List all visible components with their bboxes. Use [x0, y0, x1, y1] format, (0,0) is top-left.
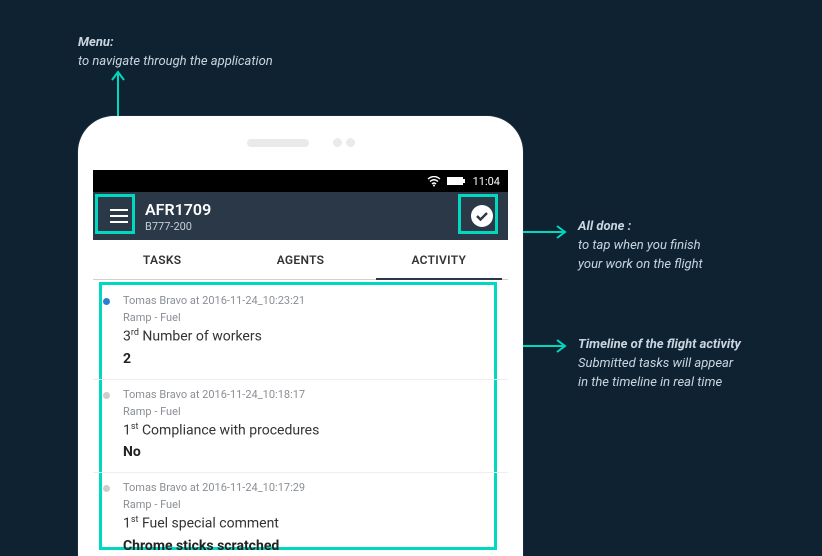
tab-agents-label: AGENTS	[277, 253, 325, 267]
entry-category: Ramp - Fuel	[123, 405, 492, 418]
status-time: 11:04	[473, 175, 500, 188]
entry-title: 3rd Number of workers	[123, 328, 492, 345]
annotation-menu: Menu: to navigate through the applicatio…	[78, 34, 273, 72]
tab-activity[interactable]: ACTIVITY	[370, 240, 508, 279]
entry-category: Ramp - Fuel	[123, 498, 492, 511]
annotation-done-desc2: your work on the flight	[578, 257, 703, 272]
annotation-timeline-title: Timeline of the flight activity	[578, 337, 741, 352]
aircraft-type: B777-200	[145, 220, 464, 233]
hamburger-icon	[109, 209, 129, 223]
entry-value: 2	[123, 351, 492, 367]
annotation-done: All done : to tap when you finish your w…	[578, 218, 703, 275]
checkmark-circle-icon	[470, 204, 494, 228]
all-done-button[interactable]	[464, 198, 500, 234]
menu-button[interactable]	[101, 198, 137, 234]
annotation-timeline-desc2: in the timeline in real time	[578, 375, 722, 390]
timeline-entry[interactable]: Tomas Bravo at 2016-11-24_10:17:29 Ramp …	[93, 473, 508, 556]
battery-icon	[447, 176, 467, 186]
entry-bullet-icon	[103, 298, 110, 305]
phone-frame: 11:04 AFR1709 B777-200	[78, 116, 523, 556]
entry-title: 1st Compliance with procedures	[123, 422, 492, 439]
entry-bullet-icon	[103, 392, 110, 399]
tab-tasks[interactable]: TASKS	[93, 240, 231, 279]
annotation-done-desc1: to tap when you finish	[578, 238, 701, 253]
entry-value: Chrome sticks scratched	[123, 538, 492, 554]
phone-screen: 11:04 AFR1709 B777-200	[93, 170, 508, 556]
annotation-timeline: Timeline of the flight activity Submitte…	[578, 336, 741, 393]
entry-meta: Tomas Bravo at 2016-11-24_10:23:21	[123, 294, 492, 307]
header-text: AFR1709 B777-200	[137, 200, 464, 233]
phone-speaker	[247, 138, 355, 147]
entry-meta: Tomas Bravo at 2016-11-24_10:17:29	[123, 481, 492, 494]
timeline-entry[interactable]: Tomas Bravo at 2016-11-24_10:18:17 Ramp …	[93, 380, 508, 474]
tab-agents[interactable]: AGENTS	[231, 240, 369, 279]
tab-activity-label: ACTIVITY	[411, 253, 466, 267]
activity-timeline[interactable]: Tomas Bravo at 2016-11-24_10:23:21 Ramp …	[93, 280, 508, 556]
timeline-entry[interactable]: Tomas Bravo at 2016-11-24_10:23:21 Ramp …	[93, 286, 508, 380]
status-bar: 11:04	[93, 170, 508, 192]
annotation-menu-desc: to navigate through the application	[78, 54, 273, 69]
entry-category: Ramp - Fuel	[123, 311, 492, 324]
tab-tasks-label: TASKS	[143, 253, 182, 267]
entry-meta: Tomas Bravo at 2016-11-24_10:18:17	[123, 388, 492, 401]
tab-bar: TASKS AGENTS ACTIVITY	[93, 240, 508, 280]
wifi-icon	[427, 176, 441, 187]
entry-bullet-icon	[103, 485, 110, 492]
annotation-timeline-desc1: Submitted tasks will appear	[578, 356, 733, 371]
annotation-menu-title: Menu	[78, 35, 110, 50]
app-header: AFR1709 B777-200	[93, 192, 508, 240]
entry-title: 1st Fuel special comment	[123, 515, 492, 532]
flight-number: AFR1709	[145, 200, 464, 219]
entry-value: No	[123, 444, 492, 460]
annotation-done-title: All done :	[578, 219, 631, 234]
